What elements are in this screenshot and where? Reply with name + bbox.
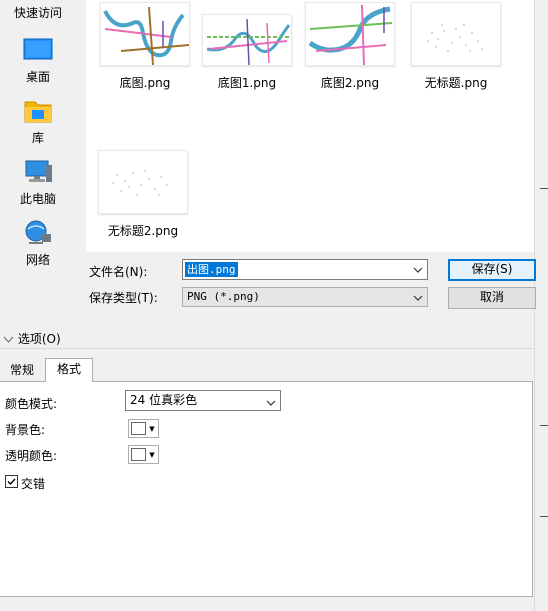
filename-selected-text: 出图.png <box>185 262 238 277</box>
file-thumbnail <box>305 2 395 66</box>
file-item[interactable]: 无标题.png <box>409 2 503 91</box>
library-icon <box>23 98 53 126</box>
navigation-pane: 快速访问 桌面 库 此电脑 网络 <box>0 0 86 325</box>
file-thumbnail <box>411 2 501 66</box>
nav-item-label: 库 <box>31 131 44 145</box>
options-panel <box>0 381 533 597</box>
file-name: 底图2.png <box>320 76 380 90</box>
nav-item-label: 网络 <box>25 253 50 267</box>
file-thumbnail <box>98 150 188 214</box>
filetype-value: PNG (*.png) <box>187 290 260 303</box>
cancel-button[interactable]: 取消 <box>448 287 536 309</box>
file-name: 无标题2.png <box>107 224 179 238</box>
save-button[interactable]: 保存(S) <box>448 259 536 281</box>
chevron-down-icon[interactable] <box>266 395 276 406</box>
divider <box>0 348 534 349</box>
file-list: 底图.png 底图1.png 底图2.png 无标题.png 无标题2.png <box>86 0 534 252</box>
window-edge <box>534 0 548 611</box>
transparent-color-label: 透明颜色: <box>5 449 58 463</box>
edge-tick <box>540 188 548 189</box>
color-mode-label: 颜色模式: <box>5 397 58 411</box>
nav-item-label: 桌面 <box>25 70 50 84</box>
nav-item-library[interactable]: 库 <box>0 98 76 146</box>
options-toggle-label: 选项(O) <box>17 332 61 346</box>
computer-icon <box>23 159 53 187</box>
filename-input[interactable]: 出图.png <box>182 259 428 280</box>
file-item[interactable]: 底图.png <box>98 2 192 91</box>
file-name: 无标题.png <box>424 76 488 90</box>
nav-item-network[interactable]: 网络 <box>0 220 76 268</box>
chevron-down-icon <box>3 336 14 343</box>
color-mode-select[interactable]: 24 位真彩色 <box>125 390 281 411</box>
color-swatch <box>131 448 146 461</box>
nav-item-label: 快速访问 <box>13 6 62 20</box>
color-mode-value: 24 位真彩色 <box>130 393 198 407</box>
edge-tick <box>540 425 548 426</box>
dropdown-arrow-icon: ▼ <box>149 451 155 459</box>
filename-label: 文件名(N): <box>89 265 148 279</box>
file-thumbnail <box>202 14 292 66</box>
nav-item-quick-access[interactable]: 快速访问 <box>0 4 76 21</box>
dropdown-arrow-icon: ▼ <box>149 425 155 433</box>
background-color-label: 背景色: <box>5 423 46 437</box>
tab-format[interactable]: 格式 <box>45 358 93 382</box>
background-color-picker[interactable]: ▼ <box>128 419 159 438</box>
file-name: 底图1.png <box>217 76 277 90</box>
transparent-color-picker[interactable]: ▼ <box>128 445 159 464</box>
network-icon <box>23 220 53 248</box>
filetype-label: 保存类型(T): <box>89 291 158 305</box>
nav-item-this-pc[interactable]: 此电脑 <box>0 159 76 207</box>
filetype-select[interactable]: PNG (*.png) <box>182 287 428 307</box>
nav-item-desktop[interactable]: 桌面 <box>0 37 76 85</box>
desktop-icon <box>23 37 53 65</box>
chevron-down-icon[interactable] <box>413 291 423 301</box>
file-item[interactable]: 底图1.png <box>200 2 294 91</box>
interlace-label: 交错 <box>21 477 46 491</box>
nav-item-label: 此电脑 <box>19 192 56 206</box>
file-item[interactable]: 底图2.png <box>303 2 397 91</box>
file-item[interactable]: 无标题2.png <box>96 150 190 239</box>
file-thumbnail <box>100 2 190 66</box>
color-swatch <box>131 422 146 435</box>
options-toggle[interactable]: 选项(O) <box>3 330 61 347</box>
file-name: 底图.png <box>119 76 171 90</box>
tab-general[interactable]: 常规 <box>0 360 44 382</box>
chevron-down-icon[interactable] <box>413 264 423 274</box>
checkmark-icon <box>7 478 16 486</box>
edge-tick <box>540 516 548 517</box>
interlace-checkbox[interactable] <box>5 475 18 488</box>
